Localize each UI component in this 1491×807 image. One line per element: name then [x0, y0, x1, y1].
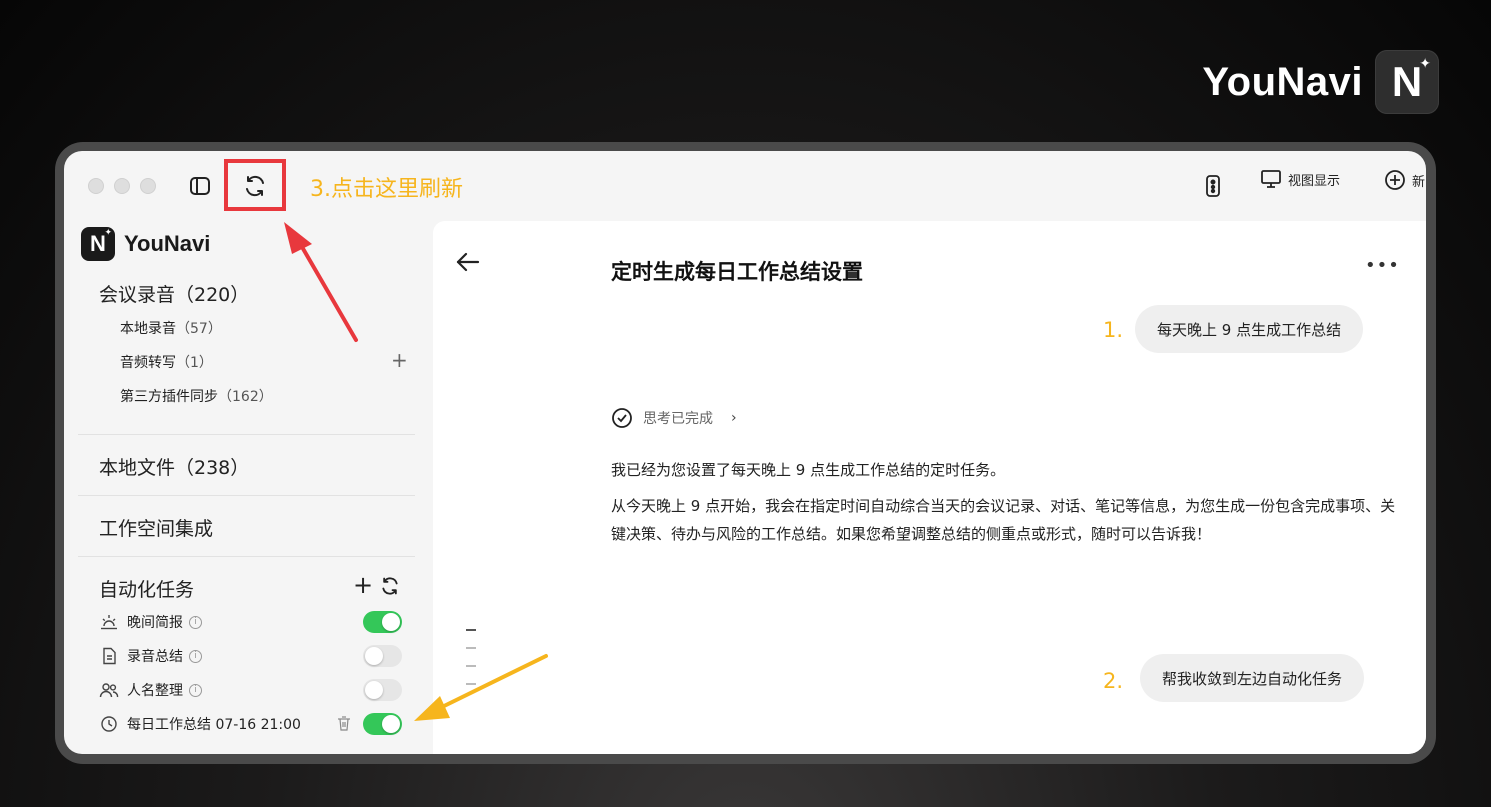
- more-options-icon[interactable]: •••: [1365, 255, 1400, 276]
- add-transcription-icon[interactable]: +: [391, 350, 408, 370]
- brand-name: YouNavi: [1202, 59, 1363, 104]
- task-label: 晚间简报: [127, 615, 183, 631]
- sidebar-item-label: 音频转写: [120, 355, 176, 371]
- refresh-tasks-icon[interactable]: [380, 576, 400, 600]
- trash-icon[interactable]: [337, 716, 351, 735]
- scroll-indicator[interactable]: [466, 665, 476, 667]
- view-display-button[interactable]: 视图显示: [1260, 169, 1340, 189]
- remote-icon[interactable]: [1198, 171, 1228, 201]
- maximize-window-button[interactable]: [140, 178, 156, 194]
- task-row-evening-brief[interactable]: 晚间简报 i: [99, 610, 404, 634]
- add-task-icon[interactable]: +: [353, 573, 373, 597]
- app-window: 3.点击这里刷新 视图显示 新 N ✦ YouNavi 会议录音（220） 本地录…: [64, 151, 1426, 754]
- sunset-icon: [99, 612, 119, 632]
- clock-icon: [99, 714, 119, 734]
- thinking-status[interactable]: 思考已完成 ›: [611, 407, 737, 429]
- app-logo-icon: N ✦: [81, 227, 115, 261]
- sidebar-item-label: 第三方插件同步: [120, 389, 218, 405]
- step-annotation-1: 1.: [1103, 318, 1124, 342]
- sidebar-item-count: （162）: [218, 389, 273, 405]
- refresh-icon[interactable]: [240, 171, 270, 201]
- sidebar-item-meetings[interactable]: 会议录音（220）: [99, 280, 249, 307]
- task-toggle-name-organize[interactable]: [363, 679, 402, 701]
- task-toggle-daily-work-summary[interactable]: [363, 713, 402, 735]
- sidebar-item-third-party-sync[interactable]: 第三方插件同步（162）: [120, 386, 273, 406]
- task-row-recording-summary[interactable]: 录音总结 i: [99, 644, 404, 668]
- sparkle-icon: ✦: [1419, 56, 1431, 72]
- step-annotation-2: 2.: [1103, 669, 1124, 693]
- titlebar: 3.点击这里刷新 视图显示 新: [64, 151, 1426, 221]
- chat-panel: 定时生成每日工作总结设置 ••• 1. 每天晚上 9 点生成工作总结 思考已完成…: [433, 221, 1426, 754]
- scroll-indicator[interactable]: [466, 629, 476, 631]
- back-arrow-icon[interactable]: [455, 251, 481, 277]
- assistant-reply-line-2: 从今天晚上 9 点开始，我会在指定时间自动综合当天的会议记录、对话、笔记等信息，…: [611, 497, 1396, 543]
- sidebar-item-label: 本地录音: [120, 321, 176, 337]
- task-toggle-evening-brief[interactable]: [363, 611, 402, 633]
- sidebar-item-count: （1）: [176, 355, 213, 371]
- window-controls: [88, 178, 156, 194]
- sidebar-item-local-recordings[interactable]: 本地录音（57）: [120, 318, 222, 338]
- scroll-indicator[interactable]: [466, 683, 476, 685]
- sidebar-item-audio-transcription[interactable]: 音频转写（1）: [120, 352, 213, 372]
- task-label: 录音总结: [127, 649, 183, 665]
- info-icon[interactable]: i: [189, 649, 202, 663]
- info-icon[interactable]: i: [189, 683, 202, 697]
- task-toggle-recording-summary[interactable]: [363, 645, 402, 667]
- user-message-2: 帮我收敛到左边自动化任务: [1140, 654, 1365, 702]
- sidebar-item-count: （57）: [176, 321, 222, 337]
- brand-logo-letter: N: [1391, 58, 1423, 105]
- monitor-icon: [1261, 170, 1281, 188]
- sidebar-item-local-files[interactable]: 本地文件（238）: [99, 453, 249, 480]
- document-icon: [99, 646, 119, 666]
- divider: [78, 495, 415, 496]
- brand-logo-icon: N ✦: [1375, 50, 1439, 114]
- new-label: 新: [1412, 174, 1426, 190]
- scroll-indicator[interactable]: [466, 647, 476, 649]
- sidebar-item-workspace[interactable]: 工作空间集成: [99, 514, 213, 541]
- thinking-status-label: 思考已完成: [643, 411, 713, 427]
- app-name: YouNavi: [124, 231, 211, 256]
- user-message-1: 每天晚上 9 点生成工作总结: [1135, 305, 1364, 353]
- brand-header: YouNavi N ✦: [1202, 50, 1439, 114]
- minimize-window-button[interactable]: [114, 178, 130, 194]
- view-display-label: 视图显示: [1288, 173, 1341, 189]
- task-label: 每日工作总结 07-16 21:00: [127, 717, 301, 733]
- info-icon[interactable]: i: [189, 615, 202, 629]
- sidebar-logo: N ✦ YouNavi: [81, 227, 210, 261]
- add-circle-icon: [1385, 170, 1405, 190]
- divider: [78, 556, 415, 557]
- new-button[interactable]: 新: [1384, 169, 1425, 191]
- automation-title: 自动化任务: [99, 579, 195, 601]
- check-circle-icon: [612, 408, 632, 428]
- sidebar-toggle-icon[interactable]: [185, 171, 215, 201]
- chevron-right-icon: ›: [731, 410, 737, 426]
- users-icon: [99, 680, 119, 700]
- assistant-reply-line-1: 我已经为您设置了每天晚上 9 点生成工作总结的定时任务。: [611, 461, 1006, 479]
- task-row-name-organize[interactable]: 人名整理 i: [99, 678, 404, 702]
- refresh-annotation: 3.点击这里刷新: [310, 177, 463, 202]
- task-row-daily-work-summary[interactable]: 每日工作总结 07-16 21:00: [99, 712, 404, 736]
- page-title: 定时生成每日工作总结设置: [611, 260, 863, 284]
- divider: [78, 434, 415, 435]
- task-label: 人名整理: [127, 683, 183, 699]
- sidebar: N ✦ YouNavi 会议录音（220） 本地录音（57） 音频转写（1） + …: [64, 221, 432, 754]
- close-window-button[interactable]: [88, 178, 104, 194]
